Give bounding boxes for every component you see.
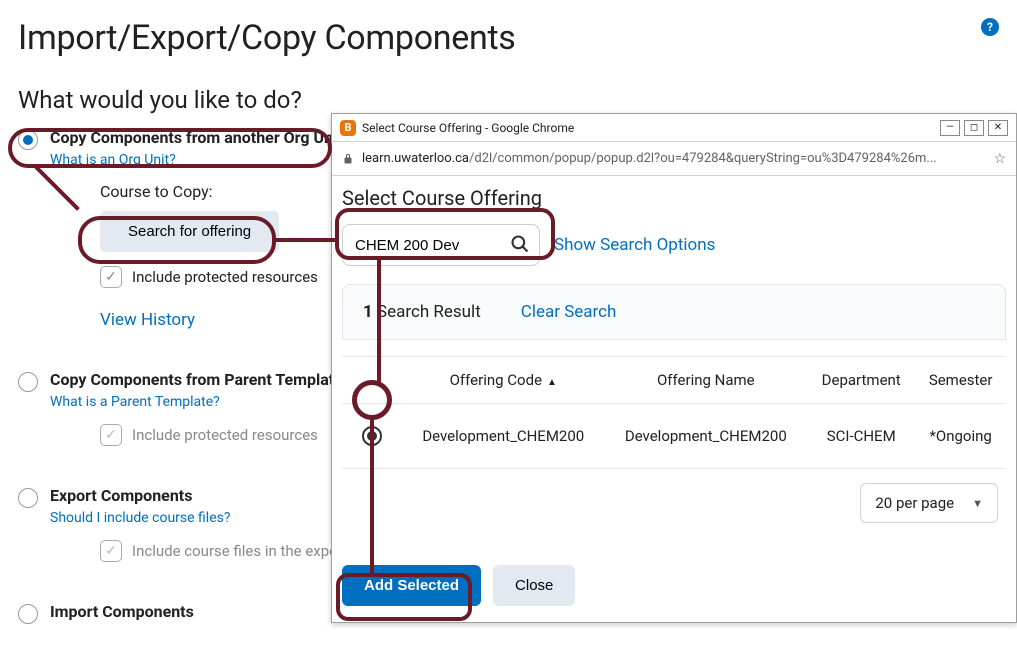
results-count: 1 Search Result bbox=[363, 302, 481, 322]
include-protected-label: Include protected resources bbox=[132, 268, 318, 286]
radio-label: Copy Components from another Org Unit bbox=[50, 128, 343, 147]
include-protected-label-parent: Include protected resources bbox=[132, 426, 318, 444]
popup-heading: Select Course Offering bbox=[342, 178, 1006, 210]
radio-label: Import Components bbox=[50, 602, 194, 621]
results-table: Offering Code▲ Offering Name Department … bbox=[342, 356, 1006, 469]
radio-export[interactable] bbox=[18, 488, 38, 508]
col-offering-code[interactable]: Offering Code▲ bbox=[402, 357, 605, 404]
table-row[interactable]: Development_CHEM200 Development_CHEM200 … bbox=[342, 404, 1006, 469]
search-icon[interactable] bbox=[510, 234, 530, 254]
chevron-down-icon: ▼ bbox=[972, 497, 983, 510]
radio-label: Copy Components from Parent Template bbox=[50, 370, 343, 389]
address-host: learn.uwaterloo.ca bbox=[362, 151, 469, 166]
lock-icon bbox=[342, 152, 354, 166]
popup-window-title: Select Course Offering - Google Chrome bbox=[362, 121, 574, 135]
window-maximize-button[interactable]: ◻ bbox=[964, 120, 984, 136]
pager-label: 20 per page bbox=[875, 494, 954, 512]
results-summary-bar: 1 Search Result Clear Search bbox=[342, 284, 1006, 340]
address-bar[interactable]: learn.uwaterloo.ca/d2l/common/popup/popu… bbox=[332, 142, 1016, 176]
window-close-button[interactable]: ✕ bbox=[988, 120, 1008, 136]
close-button[interactable]: Close bbox=[493, 565, 575, 606]
col-semester[interactable]: Semester bbox=[915, 357, 1006, 404]
radio-copy-parent[interactable] bbox=[18, 372, 38, 392]
popup-titlebar: B Select Course Offering - Google Chrome… bbox=[332, 114, 1016, 142]
cell-department: SCI-CHEM bbox=[807, 404, 915, 469]
page-title: Import/Export/Copy Components bbox=[0, 0, 1017, 58]
window-minimize-button[interactable]: — bbox=[940, 120, 960, 136]
search-for-offering-button[interactable]: Search for offering bbox=[100, 211, 279, 252]
col-offering-name[interactable]: Offering Name bbox=[605, 357, 808, 404]
radio-copy-org-unit[interactable] bbox=[18, 130, 38, 150]
cell-semester: *Ongoing bbox=[915, 404, 1006, 469]
brightspace-icon: B bbox=[340, 120, 356, 136]
radio-import[interactable] bbox=[18, 604, 38, 624]
results-per-page-select[interactable]: 20 per page ▼ bbox=[860, 483, 998, 523]
include-course-files-checkbox: ✓ bbox=[100, 540, 122, 562]
sort-asc-icon: ▲ bbox=[547, 377, 557, 388]
radio-label: Export Components bbox=[50, 486, 192, 505]
select-course-offering-popup: B Select Course Offering - Google Chrome… bbox=[331, 113, 1017, 623]
show-search-options-link[interactable]: Show Search Options bbox=[554, 235, 715, 255]
help-icon[interactable]: ? bbox=[981, 18, 999, 36]
include-protected-checkbox[interactable]: ✓ bbox=[100, 266, 122, 288]
row-select-radio[interactable] bbox=[362, 426, 382, 446]
cell-offering-code: Development_CHEM200 bbox=[402, 404, 605, 469]
add-selected-button[interactable]: Add Selected bbox=[342, 565, 481, 606]
address-path: /d2l/common/popup/popup.d2l?ou=479284&qu… bbox=[469, 151, 937, 166]
clear-search-link[interactable]: Clear Search bbox=[521, 302, 617, 322]
include-protected-checkbox-parent: ✓ bbox=[100, 424, 122, 446]
col-department[interactable]: Department bbox=[807, 357, 915, 404]
cell-offering-name: Development_CHEM200 bbox=[605, 404, 808, 469]
col-select bbox=[342, 357, 402, 404]
bookmark-star-icon[interactable]: ☆ bbox=[993, 151, 1006, 167]
include-course-files-label: Include course files in the expo bbox=[132, 542, 338, 560]
